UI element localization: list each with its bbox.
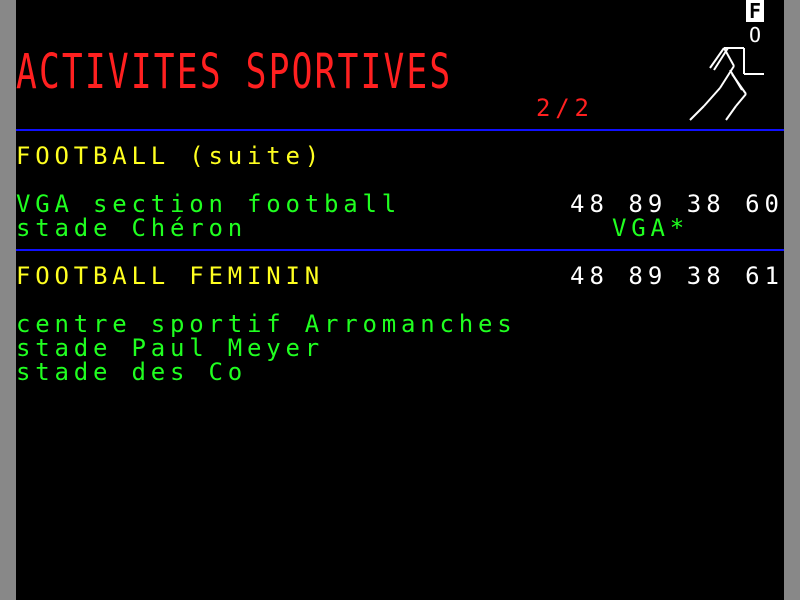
divider-top: [16, 129, 784, 131]
venue-item: centre sportif Arromanches: [16, 310, 517, 338]
divider-middle: [16, 249, 784, 251]
entry-code: VGA*: [612, 214, 689, 242]
page-indicator: 2/2: [536, 94, 594, 122]
runner-icon: [689, 47, 764, 121]
badge-o: O: [748, 23, 762, 47]
entry-location: stade Chéron: [16, 214, 247, 242]
page-title: ACTIVITES SPORTIVES: [16, 44, 453, 100]
venue-item: stade des Co: [16, 358, 247, 386]
badge-f: F: [746, 0, 764, 22]
section-heading-football-suite: FOOTBALL (suite): [16, 142, 324, 170]
section2-phone: 48 89 38 61: [570, 262, 784, 290]
section-heading-football-feminin: FOOTBALL FEMININ: [16, 262, 324, 290]
videotex-screen: F O ACTIVITES SPORTIVES 2/2 FOOTBALL (su…: [0, 0, 800, 600]
venue-item: stade Paul Meyer: [16, 334, 324, 362]
left-border: [0, 0, 16, 600]
entry-phone: 48 89 38 60: [570, 190, 784, 218]
entry-name: VGA section football: [16, 190, 401, 218]
right-border: [784, 0, 800, 600]
